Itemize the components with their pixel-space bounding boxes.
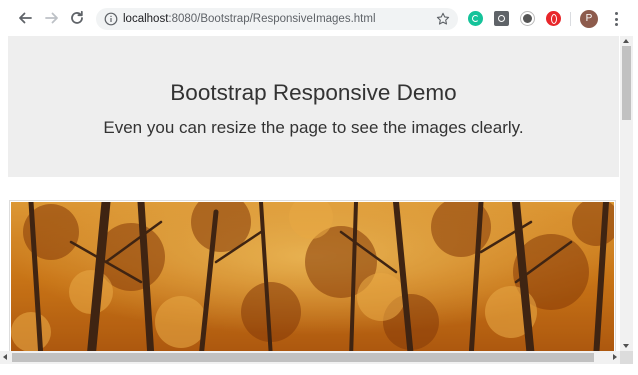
image-thumbnail-frame — [9, 200, 616, 351]
scrollbar-corner — [620, 351, 633, 364]
window-bottom-edge — [0, 364, 638, 375]
vertical-scrollbar[interactable] — [620, 36, 633, 351]
scroll-up-arrow-icon[interactable] — [623, 39, 629, 43]
scroll-down-arrow-icon[interactable] — [623, 344, 629, 348]
toolbar-divider — [570, 12, 571, 26]
browser-toolbar: localhost:8080/Bootstrap/ResponsiveImage… — [0, 0, 638, 36]
address-bar[interactable]: localhost:8080/Bootstrap/ResponsiveImage… — [96, 8, 458, 30]
reload-icon[interactable] — [67, 8, 87, 28]
camera-icon[interactable] — [494, 11, 509, 26]
forward-arrow-icon[interactable] — [42, 8, 62, 28]
horizontal-scroll-thumb[interactable] — [12, 353, 594, 362]
back-arrow-icon[interactable] — [15, 8, 35, 28]
star-icon[interactable] — [436, 12, 450, 26]
url-host: localhost — [123, 13, 169, 25]
scroll-right-arrow-icon[interactable] — [613, 354, 617, 360]
kebab-menu-icon[interactable] — [610, 10, 622, 28]
grammarly-icon[interactable] — [468, 11, 483, 26]
url-path: :8080/Bootstrap/ResponsiveImages.html — [168, 13, 376, 25]
circle-extension-icon[interactable] — [520, 11, 535, 26]
url-text: localhost:8080/Bootstrap/ResponsiveImage… — [123, 12, 376, 26]
vertical-scroll-thumb[interactable] — [622, 46, 631, 120]
scroll-left-arrow-icon[interactable] — [3, 354, 7, 360]
profile-avatar[interactable]: P — [580, 10, 598, 28]
opera-icon[interactable] — [546, 11, 561, 26]
page-title: Bootstrap Responsive Demo — [170, 80, 457, 105]
horizontal-scrollbar[interactable] — [0, 351, 620, 364]
jumbotron: Bootstrap Responsive Demo Even you can r… — [8, 36, 619, 177]
page-subtitle: Even you can resize the page to see the … — [103, 118, 524, 137]
info-icon[interactable] — [104, 12, 118, 26]
page-viewport: Bootstrap Responsive Demo Even you can r… — [0, 36, 620, 351]
autumn-forest-image — [11, 202, 614, 351]
